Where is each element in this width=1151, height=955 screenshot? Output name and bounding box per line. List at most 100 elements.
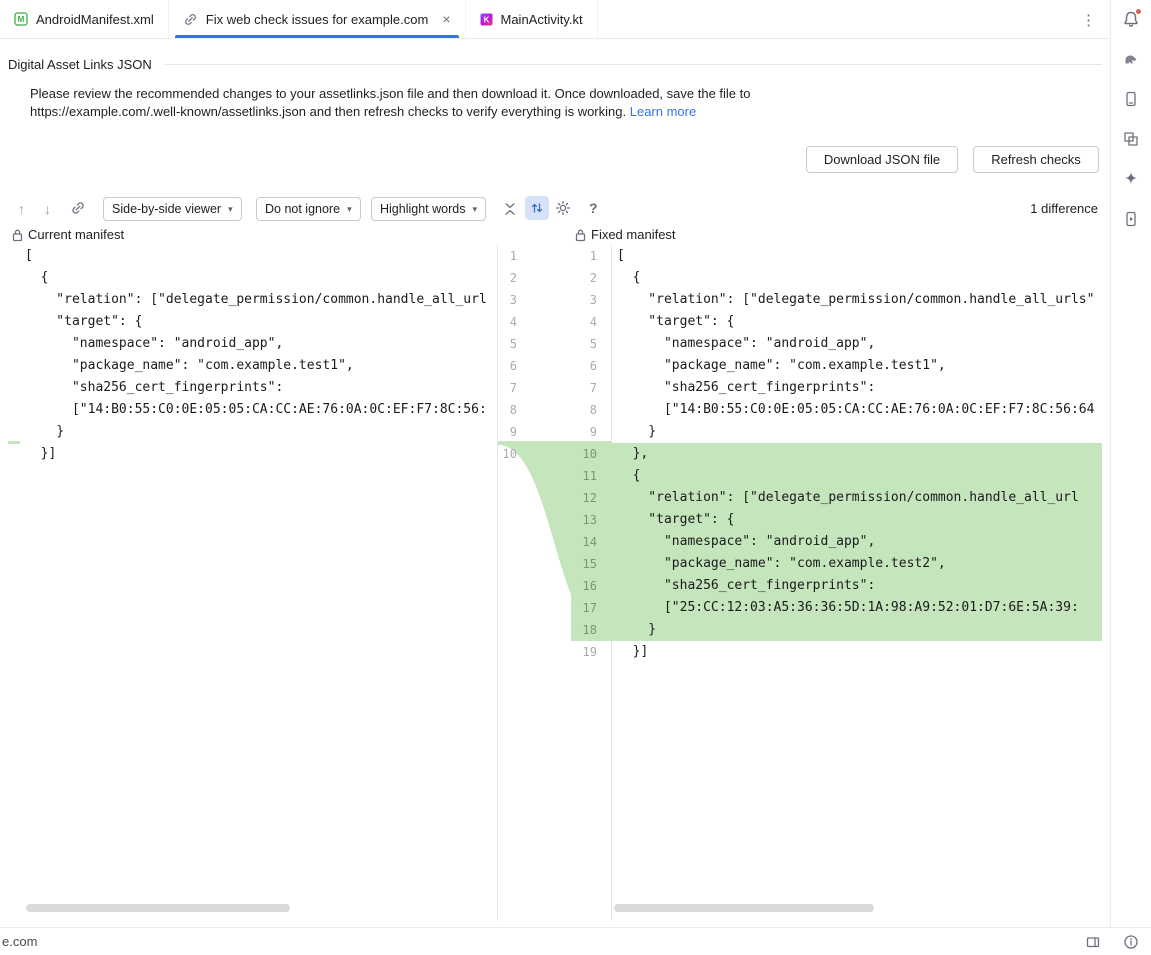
- code-line[interactable]: "relation": ["delegate_permission/common…: [612, 289, 1102, 311]
- right-horizontal-scrollbar[interactable]: [614, 904, 874, 912]
- build-variants-icon[interactable]: [1122, 130, 1140, 148]
- code-line[interactable]: }: [0, 421, 497, 443]
- tab-mainactivity[interactable]: K MainActivity.kt: [466, 0, 598, 38]
- code-line[interactable]: "package_name": "com.example.test1",: [612, 355, 1102, 377]
- code-line[interactable]: {: [612, 465, 1102, 487]
- code-line[interactable]: "relation": ["delegate_permission/common…: [0, 289, 497, 311]
- left-pane-title: Current manifest: [28, 227, 124, 242]
- diff-viewer: [ { "relation": ["delegate_permission/co…: [0, 245, 1110, 921]
- code-line[interactable]: "sha256_cert_fingerprints":: [612, 377, 1102, 399]
- refresh-checks-button[interactable]: Refresh checks: [973, 146, 1099, 173]
- line-number: 8: [499, 399, 525, 421]
- code-line[interactable]: "target": {: [612, 311, 1102, 333]
- download-json-button[interactable]: Download JSON file: [806, 146, 958, 173]
- left-pane-header: Current manifest: [12, 227, 124, 242]
- svg-text:M: M: [18, 15, 25, 24]
- line-number: 4: [571, 311, 611, 333]
- code-line[interactable]: "namespace": "android_app",: [612, 333, 1102, 355]
- code-line[interactable]: {: [0, 267, 497, 289]
- diff-gutter: 12345678910 1234567891011121314151617181…: [497, 245, 612, 921]
- line-number: 10: [571, 443, 611, 465]
- synchronize-scrolling-toggle[interactable]: [525, 196, 549, 220]
- line-number: 14: [571, 531, 611, 553]
- highlight-mode-value: Highlight words: [380, 202, 465, 216]
- code-line[interactable]: "target": {: [0, 311, 497, 333]
- line-number: 18: [571, 619, 611, 641]
- viewer-mode-select[interactable]: Side-by-side viewer ▾: [103, 197, 242, 221]
- right-pane-title: Fixed manifest: [591, 227, 676, 242]
- code-line[interactable]: "namespace": "android_app",: [612, 531, 1102, 553]
- left-horizontal-scrollbar[interactable]: [26, 904, 290, 912]
- section-heading: Digital Asset Links JSON: [8, 57, 1102, 72]
- left-editor-pane: [ { "relation": ["delegate_permission/co…: [0, 245, 497, 921]
- device-manager-icon[interactable]: [1122, 90, 1140, 108]
- line-number: 7: [499, 377, 525, 399]
- line-number: 6: [571, 355, 611, 377]
- difference-count: 1 difference: [1030, 201, 1098, 216]
- jump-to-source-icon[interactable]: [70, 200, 86, 219]
- manifest-file-icon: M: [14, 12, 28, 26]
- line-number: 11: [571, 465, 611, 487]
- code-line[interactable]: "package_name": "com.example.test1",: [0, 355, 497, 377]
- heading-divider: [164, 64, 1102, 65]
- right-pane-header: Fixed manifest: [575, 227, 676, 242]
- right-code: [ { "relation": ["delegate_permission/co…: [612, 245, 1102, 663]
- code-line[interactable]: "namespace": "android_app",: [0, 333, 497, 355]
- tab-fix-web-check-issues[interactable]: Fix web check issues for example.com ×: [169, 0, 466, 38]
- right-tool-strip: [1110, 0, 1151, 927]
- code-line[interactable]: },: [612, 443, 1102, 465]
- notification-badge: [1135, 8, 1142, 15]
- code-line[interactable]: "sha256_cert_fingerprints":: [612, 575, 1102, 597]
- code-line[interactable]: }]: [612, 641, 1102, 663]
- gear-icon[interactable]: [555, 200, 571, 219]
- line-number: 9: [571, 421, 611, 443]
- status-bar: e.com: [0, 927, 1151, 955]
- tab-close-icon[interactable]: ×: [442, 11, 450, 27]
- line-number: 19: [571, 641, 611, 663]
- gradle-icon[interactable]: [1122, 50, 1140, 68]
- code-line[interactable]: "relation": ["delegate_permission/common…: [612, 487, 1102, 509]
- code-line[interactable]: [: [612, 245, 1102, 267]
- help-icon[interactable]: ?: [589, 200, 598, 216]
- panel-icon[interactable]: [1085, 934, 1101, 950]
- line-number: 10: [499, 443, 525, 465]
- code-line[interactable]: "sha256_cert_fingerprints":: [0, 377, 497, 399]
- line-number: 5: [571, 333, 611, 355]
- line-number: 4: [499, 311, 525, 333]
- lock-icon: [12, 228, 23, 242]
- notifications-bell-icon[interactable]: [1122, 10, 1140, 28]
- code-line[interactable]: }: [612, 619, 1102, 641]
- line-number: 3: [499, 289, 525, 311]
- highlight-mode-select[interactable]: Highlight words ▾: [371, 197, 486, 221]
- code-line[interactable]: "package_name": "com.example.test2",: [612, 553, 1102, 575]
- info-icon[interactable]: [1123, 934, 1139, 950]
- code-line[interactable]: {: [612, 267, 1102, 289]
- left-line-numbers: 12345678910: [499, 245, 525, 465]
- status-link-text: e.com: [2, 934, 37, 949]
- line-number: 12: [571, 487, 611, 509]
- link-icon: [183, 12, 198, 27]
- code-line[interactable]: ["14:B0:55:C0:0E:05:05:CA:CC:AE:76:0A:0C…: [0, 399, 497, 421]
- ignore-policy-select[interactable]: Do not ignore ▾: [256, 197, 361, 221]
- code-line[interactable]: ["25:CC:12:03:A5:36:36:5D:1A:98:A9:52:01…: [612, 597, 1102, 619]
- code-line[interactable]: "target": {: [612, 509, 1102, 531]
- ignore-policy-value: Do not ignore: [265, 202, 340, 216]
- collapse-unchanged-icon[interactable]: [502, 201, 518, 220]
- code-line[interactable]: }]: [0, 443, 497, 465]
- code-line[interactable]: [: [0, 245, 497, 267]
- tab-label: MainActivity.kt: [501, 12, 583, 27]
- line-number: 8: [571, 399, 611, 421]
- previous-difference-icon[interactable]: ↑: [18, 201, 25, 217]
- next-difference-icon[interactable]: ↓: [44, 201, 51, 217]
- code-line[interactable]: ["14:B0:55:C0:0E:05:05:CA:CC:AE:76:0A:0C…: [612, 399, 1102, 421]
- line-number: 2: [499, 267, 525, 289]
- code-line[interactable]: }: [612, 421, 1102, 443]
- more-options-icon[interactable]: ⋮: [1081, 0, 1096, 39]
- gemini-icon[interactable]: [1122, 170, 1140, 188]
- running-devices-icon[interactable]: [1122, 210, 1140, 228]
- learn-more-link[interactable]: Learn more: [630, 104, 696, 119]
- description-line1: Please review the recommended changes to…: [30, 86, 750, 101]
- kotlin-file-icon: K: [480, 13, 493, 26]
- tab-androidmanifest[interactable]: M AndroidManifest.xml: [0, 0, 169, 38]
- left-code: [ { "relation": ["delegate_permission/co…: [0, 245, 497, 465]
